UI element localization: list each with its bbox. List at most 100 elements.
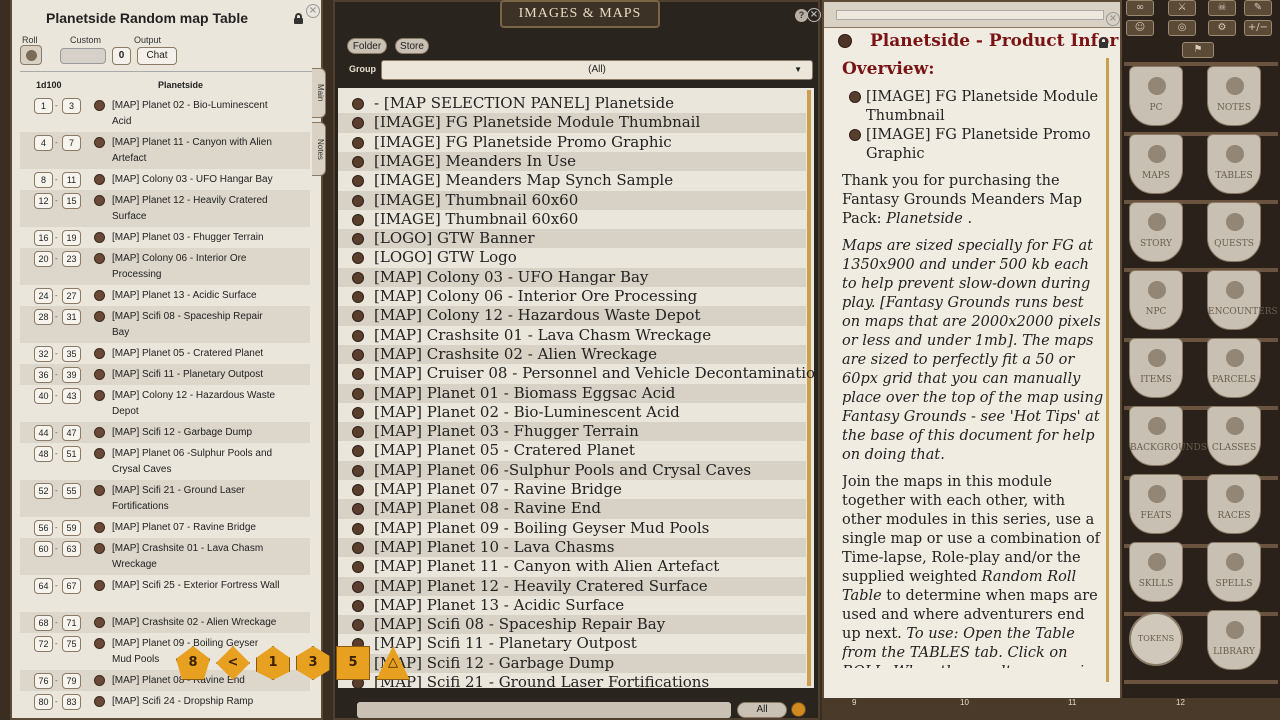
filter-input[interactable] <box>357 702 731 718</box>
story-link[interactable]: [IMAGE] FG Planetside Promo Graphic <box>842 126 1104 164</box>
link-icon[interactable] <box>352 252 364 265</box>
list-item[interactable]: [MAP] Planet 07 - Ravine Bridge <box>338 480 806 499</box>
link-icon[interactable] <box>94 390 105 401</box>
link-icon[interactable] <box>352 329 364 342</box>
list-item[interactable]: [IMAGE] Thumbnail 60x60 <box>338 210 806 229</box>
range-from[interactable]: 8 <box>34 172 53 188</box>
close-icon[interactable]: × <box>306 4 320 18</box>
list-item[interactable]: [LOGO] GTW Logo <box>338 248 806 267</box>
range-to[interactable]: 11 <box>62 172 81 188</box>
output-select[interactable]: Chat <box>137 47 177 65</box>
sidebar-button-npc[interactable]: NPC <box>1129 270 1183 330</box>
sidebar-button-skills[interactable]: SKILLS <box>1129 542 1183 602</box>
range-from[interactable]: 1 <box>34 98 53 114</box>
sidebar-button-spells[interactable]: SPELLS <box>1207 542 1261 602</box>
edit-icon[interactable] <box>791 702 806 717</box>
range-to[interactable]: 35 <box>62 346 81 362</box>
list-item[interactable]: [IMAGE] FG Planetside Promo Graphic <box>338 133 806 152</box>
folder-button[interactable]: Folder <box>347 38 387 54</box>
story-link-icon[interactable] <box>838 34 852 48</box>
custom-modifier-field[interactable]: 0 <box>112 47 131 65</box>
list-item[interactable]: [IMAGE] Thumbnail 60x60 <box>338 190 806 210</box>
list-item[interactable]: [MAP] Scifi 21 - Ground Laser Fortificat… <box>338 673 806 688</box>
sidebar-button-backgrounds[interactable]: BACKGROUNDS <box>1129 406 1207 466</box>
link-icon[interactable] <box>352 387 364 400</box>
story-link[interactable]: [IMAGE] FG Planetside Module Thumbnail <box>842 88 1104 126</box>
range-to[interactable]: 55 <box>62 483 81 499</box>
result-text[interactable]: [MAP] Scifi 12 - Garbage Dump <box>112 425 280 441</box>
link-icon[interactable] <box>352 599 364 612</box>
list-item[interactable]: [MAP] Planet 10 - Lava Chasms <box>338 537 806 558</box>
link-icon[interactable] <box>352 175 364 188</box>
list-item[interactable]: [IMAGE] Meanders In Use <box>338 151 806 172</box>
result-text[interactable]: [MAP] Planet 03 - Fhugger Terrain <box>112 230 280 246</box>
list-item[interactable]: [MAP] Cruiser 08 - Personnel and Vehicle… <box>338 364 814 383</box>
close-icon[interactable]: × <box>1106 12 1120 26</box>
range-from[interactable]: 52 <box>34 483 53 499</box>
sidebar-button-tables[interactable]: TABLES <box>1207 134 1261 194</box>
list-item[interactable]: [MAP] Planet 05 - Cratered Planet <box>338 441 806 460</box>
result-text[interactable]: [MAP] Scifi 24 - Dropship Ramp <box>112 694 280 710</box>
toolbar-icon[interactable]: ⚙ <box>1208 20 1236 36</box>
result-text[interactable]: [MAP] Colony 03 - UFO Hangar Bay <box>112 172 280 188</box>
toolbar-icon[interactable]: ⚔ <box>1168 0 1196 16</box>
link-icon[interactable] <box>94 543 105 554</box>
range-to[interactable]: 19 <box>62 230 81 246</box>
range-to[interactable]: 75 <box>62 636 81 652</box>
link-icon[interactable] <box>352 445 364 458</box>
toolbar-icon[interactable]: ◎ <box>1168 20 1196 36</box>
toolbar-icon[interactable]: ✎ <box>1244 0 1272 16</box>
range-to[interactable]: 83 <box>62 694 81 710</box>
result-text[interactable]: [MAP] Planet 13 - Acidic Surface <box>112 288 280 304</box>
link-icon[interactable] <box>352 580 364 593</box>
range-from[interactable]: 76 <box>34 673 53 689</box>
range-to[interactable]: 79 <box>62 673 81 689</box>
link-icon[interactable] <box>352 117 364 130</box>
all-button[interactable]: All <box>737 702 787 718</box>
link-icon[interactable] <box>94 448 105 459</box>
link-icon[interactable] <box>352 348 364 361</box>
list-item[interactable]: [LOGO] GTW Banner <box>338 229 806 249</box>
link-icon[interactable] <box>352 541 364 554</box>
link-icon[interactable] <box>352 233 364 246</box>
store-button[interactable]: Store <box>395 38 429 54</box>
result-text[interactable]: [MAP] Planet 07 - Ravine Bridge <box>112 520 280 536</box>
range-to[interactable]: 71 <box>62 615 81 631</box>
result-text[interactable]: [MAP] Colony 06 - Interior Ore Processin… <box>112 251 280 283</box>
sidebar-button-pc[interactable]: PC <box>1129 66 1183 126</box>
range-to[interactable]: 59 <box>62 520 81 536</box>
list-item[interactable]: [MAP] Planet 06 -Sulphur Pools and Crysa… <box>338 460 806 480</box>
link-icon[interactable] <box>94 617 105 628</box>
range-to[interactable]: 67 <box>62 578 81 594</box>
list-item[interactable]: [MAP] Colony 12 - Hazardous Waste Depot <box>338 306 806 326</box>
range-from[interactable]: 16 <box>34 230 53 246</box>
link-icon[interactable] <box>94 100 105 111</box>
link-icon[interactable] <box>352 561 364 574</box>
list-item[interactable]: [MAP] Planet 09 - Boiling Geyser Mud Poo… <box>338 519 806 538</box>
range-from[interactable]: 72 <box>34 636 53 652</box>
link-icon[interactable] <box>352 426 364 439</box>
range-from[interactable]: 48 <box>34 446 53 462</box>
list-item[interactable]: [MAP] Colony 03 - UFO Hangar Bay <box>338 267 806 287</box>
range-from[interactable]: 4 <box>34 135 53 151</box>
link-icon[interactable] <box>352 368 364 381</box>
sidebar-button-encounters[interactable]: ENCOUNTERS <box>1207 270 1278 330</box>
link-icon[interactable] <box>94 696 105 707</box>
sidebar-button-notes[interactable]: NOTES <box>1207 66 1261 126</box>
list-item[interactable]: [IMAGE] FG Planetside Module Thumbnail <box>338 113 806 133</box>
link-icon[interactable] <box>94 580 105 591</box>
scrollbar[interactable] <box>807 90 811 686</box>
list-item[interactable]: [MAP] Planet 13 - Acidic Surface <box>338 596 806 615</box>
range-from[interactable]: 64 <box>34 578 53 594</box>
link-icon[interactable] <box>94 290 105 301</box>
range-from[interactable]: 24 <box>34 288 53 304</box>
list-item[interactable]: [MAP] Scifi 12 - Garbage Dump <box>338 653 806 673</box>
result-text[interactable]: [MAP] Planet 02 - Bio-Luminescent Acid <box>112 98 280 130</box>
result-text[interactable]: [MAP] Planet 11 - Canyon with Alien Arte… <box>112 135 280 167</box>
list-item[interactable]: [MAP] Scifi 08 - Spaceship Repair Bay <box>338 615 806 635</box>
result-text[interactable]: [MAP] Planet 06 -Sulphur Pools and Crysa… <box>112 446 280 478</box>
range-from[interactable]: 36 <box>34 367 53 383</box>
list-item[interactable]: [MAP] Scifi 11 - Planetary Outpost <box>338 634 806 653</box>
link-icon[interactable] <box>352 194 364 207</box>
range-from[interactable]: 44 <box>34 425 53 441</box>
